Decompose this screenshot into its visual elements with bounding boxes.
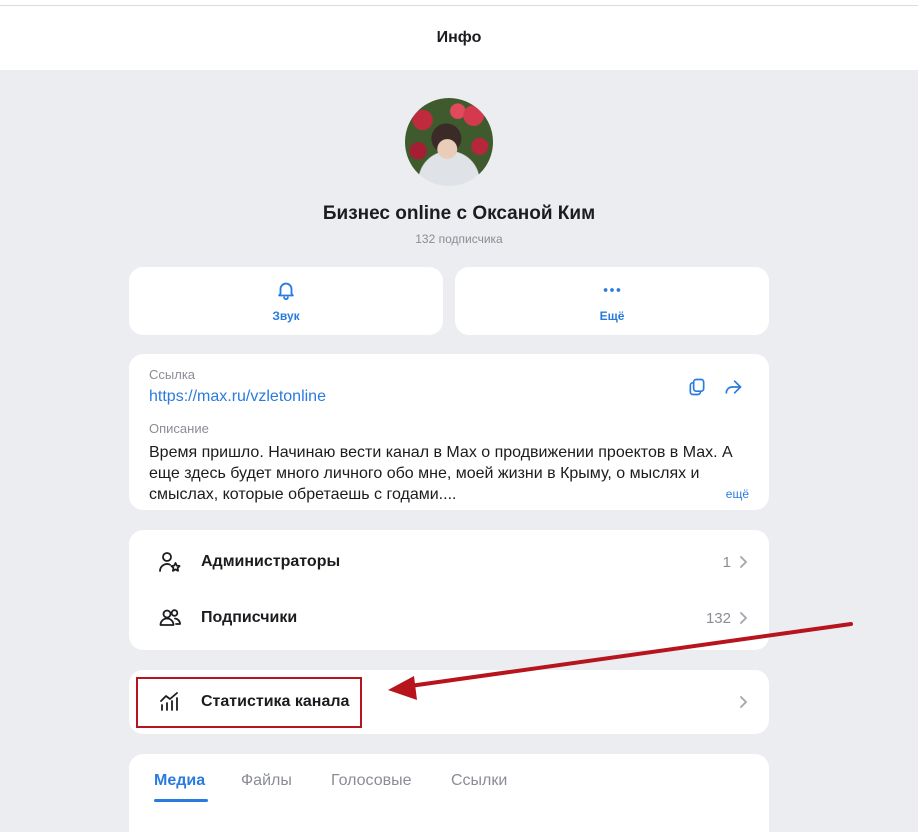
bell-icon <box>278 282 294 301</box>
members-card: Администраторы 1 Подписчики 132 <box>129 530 769 650</box>
tab-media[interactable]: Медиа <box>154 772 205 790</box>
chevron-right-icon <box>737 556 749 568</box>
tab-files[interactable]: Файлы <box>241 772 292 790</box>
info-card: Ссылка https://max.ru/vzletonline Описан… <box>129 354 769 510</box>
admins-row[interactable]: Администраторы 1 <box>129 534 769 590</box>
tab-links[interactable]: Ссылки <box>451 772 507 790</box>
channel-name: Бизнес online с Оксаной Ким <box>322 203 596 224</box>
subscribers-label: Подписчики <box>201 609 298 626</box>
more-dots-icon <box>603 288 621 292</box>
admins-label: Администраторы <box>201 553 341 570</box>
copy-icon <box>689 378 705 396</box>
description-text: Время пришло. Начинаю вести канал в Мах … <box>149 444 733 503</box>
annotation-highlight-box <box>136 677 362 728</box>
users-icon <box>157 605 183 631</box>
header: Инфо <box>0 6 918 70</box>
more-button[interactable]: Ещё <box>455 267 769 335</box>
sound-button-label: Звук <box>272 309 300 323</box>
chevron-right-icon <box>737 696 749 708</box>
active-tab-indicator <box>154 799 208 802</box>
description-label: Описание <box>149 421 209 436</box>
link-label: Ссылка <box>149 367 196 382</box>
subscribers-count: 132 <box>705 609 731 627</box>
admin-star-icon <box>157 549 183 575</box>
share-icon <box>725 380 742 394</box>
media-tabs-card: Медиа Файлы Голосовые Ссылки <box>129 754 769 832</box>
subscriber-count: 132 подписчика <box>415 232 503 246</box>
page-title: Инфо <box>436 29 482 46</box>
channel-avatar[interactable] <box>405 98 493 186</box>
admins-count: 1 <box>722 553 731 571</box>
channel-link[interactable]: https://max.ru/vzletonline <box>149 388 326 406</box>
chevron-right-icon <box>737 612 749 624</box>
copy-button[interactable] <box>685 375 709 399</box>
more-button-label: Ещё <box>599 309 625 323</box>
share-button[interactable] <box>721 375 745 399</box>
sound-button[interactable]: Звук <box>129 267 443 335</box>
tab-voice[interactable]: Голосовые <box>331 772 412 790</box>
subscribers-row[interactable]: Подписчики 132 <box>129 590 769 646</box>
description-more-link[interactable]: ещё <box>726 487 749 501</box>
